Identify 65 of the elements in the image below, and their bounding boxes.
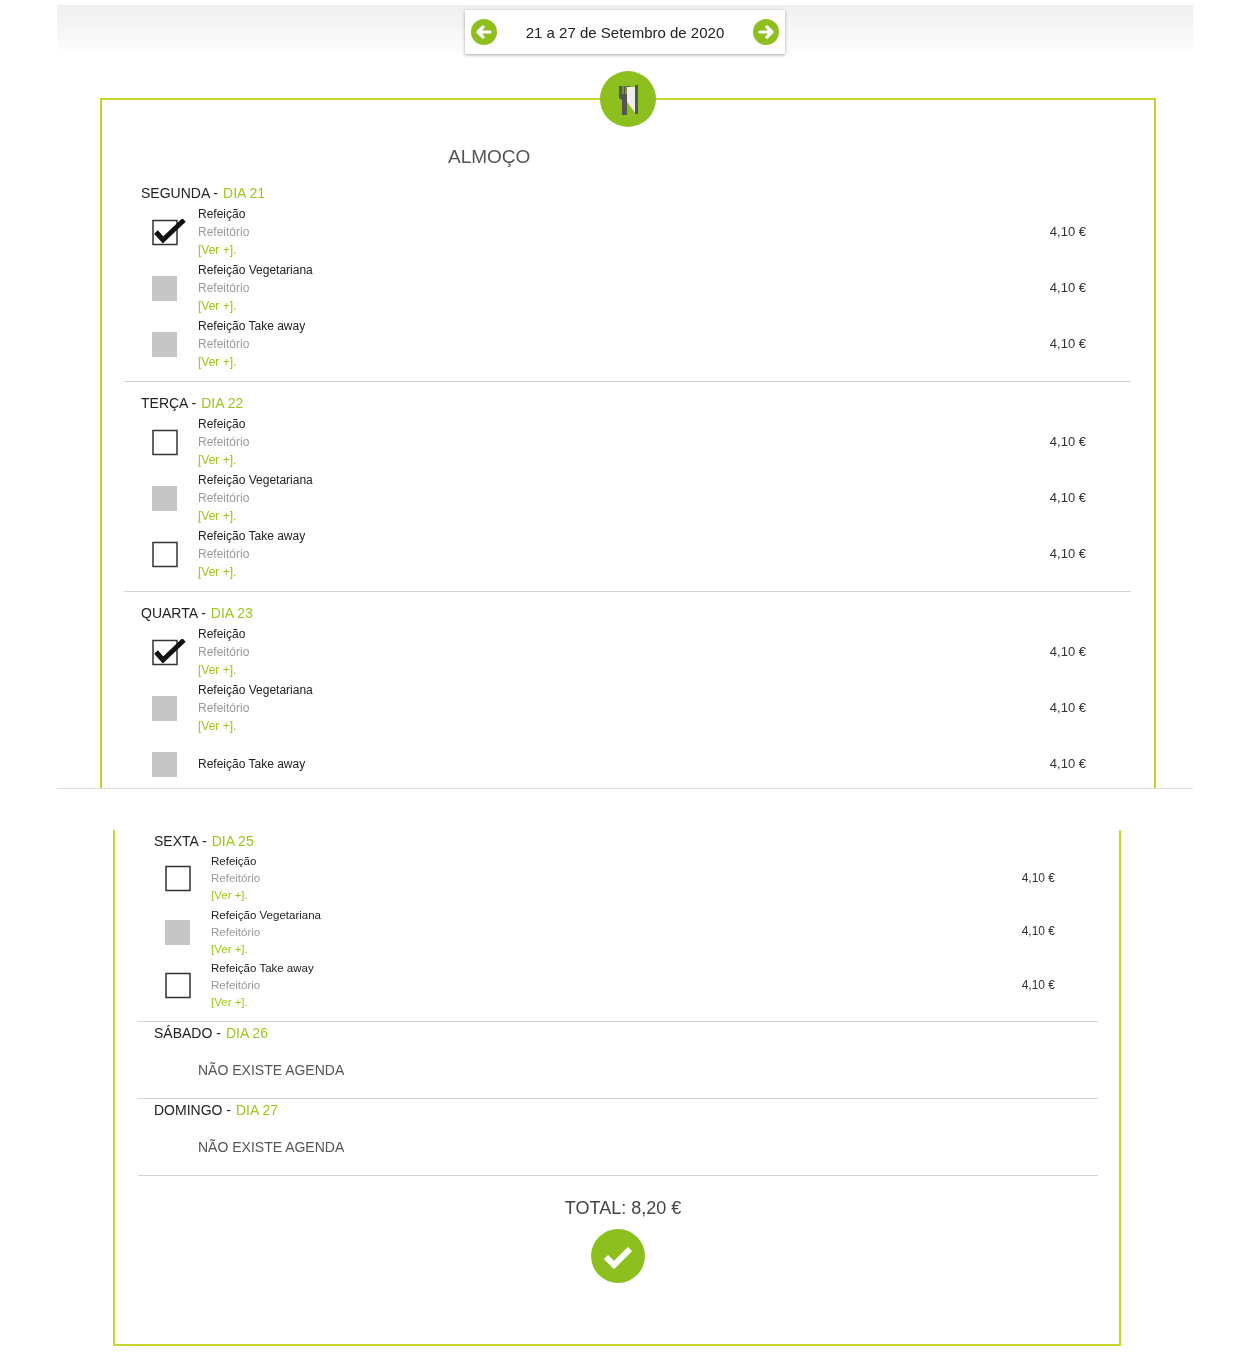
more-link[interactable]: [Ver +].	[211, 994, 248, 1012]
more-link[interactable]: [Ver +].	[211, 887, 248, 905]
meal-name: Refeição	[211, 854, 257, 870]
day-name: TERÇA -	[141, 395, 197, 411]
meal-name: Refeição Take away	[198, 528, 306, 545]
meal-location: Refeitório	[211, 924, 261, 940]
checkbox[interactable]	[152, 428, 178, 456]
meal-price: 4,10 €	[1021, 977, 1055, 994]
meal-price: 4,10 €	[1049, 223, 1086, 241]
more-link[interactable]: [Ver +].	[198, 451, 237, 469]
meal-price: 4,10 €	[1021, 924, 1055, 941]
meal-location: Refeitório	[198, 546, 250, 563]
meal-location: Refeitório	[198, 490, 250, 507]
more-link[interactable]: [Ver +].	[198, 661, 237, 679]
day-date: DIA 26	[225, 1024, 268, 1041]
meal-name: Refeição	[198, 206, 246, 223]
checkbox[interactable]	[152, 218, 186, 246]
meal-price: 4,10 €	[1021, 870, 1055, 887]
total-amount: TOTAL: 8,20 €	[563, 1197, 682, 1219]
meal-location: Refeitório	[211, 871, 261, 887]
meal-price: 4,10 €	[1049, 643, 1086, 661]
meal-location: Refeitório	[198, 700, 250, 717]
day-name: SÁBADO -	[154, 1024, 221, 1041]
more-link[interactable]: [Ver +].	[198, 563, 237, 581]
meal-price: 4,10 €	[1049, 335, 1086, 353]
meal-title: ALMOÇO	[448, 146, 532, 169]
meal-location: Refeitório	[198, 336, 250, 353]
meal-location: Refeitório	[211, 978, 261, 994]
day-date: DIA 25	[211, 833, 254, 849]
week-range: 21 a 27 de Setembro de 2020	[525, 23, 725, 41]
meal-price: 4,10 €	[1049, 699, 1086, 717]
meal-price: 4,10 €	[1049, 755, 1086, 773]
meal-location: Refeitório	[198, 644, 250, 661]
day-name: QUARTA -	[141, 605, 206, 621]
meal-name: Refeição Vegetariana	[198, 472, 313, 489]
day-date: DIA 21	[223, 185, 266, 201]
cutlery-icon	[600, 71, 656, 127]
no-schedule-text: NÃO EXISTE AGENDA	[198, 1138, 346, 1155]
meal-price: 4,10 €	[1049, 545, 1086, 563]
meal-location: Refeitório	[198, 434, 250, 451]
meal-location: Refeitório	[198, 224, 250, 241]
meal-name: Refeição Vegetariana	[211, 907, 321, 923]
more-link[interactable]: [Ver +].	[198, 241, 237, 259]
meal-name: Refeição	[198, 416, 246, 433]
meal-name: Refeição	[198, 626, 246, 643]
meal-name: Refeição Take away	[198, 756, 306, 773]
meal-name: Refeição Vegetariana	[198, 682, 313, 699]
day-name: SEXTA -	[154, 833, 207, 849]
checkbox[interactable]	[165, 865, 191, 893]
meal-name: Refeição Take away	[211, 961, 314, 977]
checkbox[interactable]	[165, 972, 191, 1000]
checkbox[interactable]	[152, 540, 178, 568]
meal-name: Refeição Take away	[198, 318, 306, 335]
meal-price: 4,10 €	[1049, 433, 1086, 451]
meal-location: Refeitório	[198, 280, 250, 297]
meal-price: 4,10 €	[1049, 489, 1086, 507]
meal-price: 4,10 €	[1049, 279, 1086, 297]
meal-name: Refeição Vegetariana	[198, 262, 313, 279]
day-date: DIA 27	[236, 1101, 279, 1118]
checkbox[interactable]	[152, 638, 186, 666]
day-name: SEGUNDA -	[141, 185, 218, 201]
no-schedule-text: NÃO EXISTE AGENDA	[198, 1061, 346, 1078]
day-name: DOMINGO -	[154, 1101, 231, 1118]
day-date: DIA 22	[201, 395, 244, 411]
day-date: DIA 23	[210, 605, 253, 621]
